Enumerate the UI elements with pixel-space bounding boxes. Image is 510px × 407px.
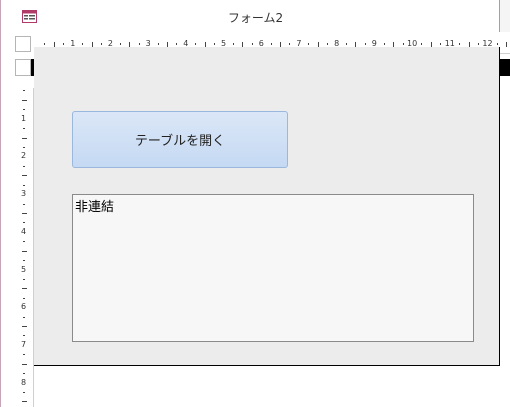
form-selector[interactable] xyxy=(15,36,31,52)
ruler-tick xyxy=(280,41,282,47)
ruler-tick xyxy=(232,43,234,45)
ruler-number: 1 xyxy=(21,113,27,123)
ruler-tick xyxy=(383,43,385,45)
ruler-number: 6 xyxy=(21,302,27,312)
window-edge xyxy=(499,0,510,32)
ruler-tick xyxy=(23,203,25,205)
ruler-tick xyxy=(119,43,121,45)
ruler-tick xyxy=(308,43,310,45)
ruler-tick xyxy=(138,43,140,45)
title-bar[interactable]: フォーム2 xyxy=(0,0,510,32)
ruler-tick xyxy=(176,43,178,45)
ruler-tick xyxy=(327,43,329,45)
ruler-tick xyxy=(166,41,168,47)
ruler-tick xyxy=(251,43,253,45)
vertical-ruler[interactable]: 1 2 3 4 5 6 7 8 xyxy=(15,88,34,407)
ruler-tick xyxy=(53,41,55,47)
ruler-tick xyxy=(23,128,25,130)
ruler-tick xyxy=(63,43,65,45)
ruler-tick xyxy=(23,392,25,394)
ruler-tick xyxy=(23,109,25,111)
ruler-tick xyxy=(468,41,470,47)
ruler-tick xyxy=(91,41,93,47)
ruler-tick xyxy=(23,373,25,375)
ruler-tick xyxy=(23,260,25,262)
ruler-tick xyxy=(82,43,84,45)
ruler-number: 4 xyxy=(21,226,27,236)
ruler-tick xyxy=(23,146,25,148)
ruler-tick xyxy=(459,43,461,45)
ruler-tick xyxy=(430,41,432,47)
ruler-number: 7 xyxy=(21,339,27,349)
ruler-number: 3 xyxy=(21,189,27,199)
ruler-tick xyxy=(364,43,366,45)
unbound-textbox[interactable]: 非連結 xyxy=(72,194,474,342)
ruler-tick xyxy=(129,41,131,47)
ruler-tick xyxy=(21,401,27,403)
ruler-tick xyxy=(477,43,479,45)
open-table-button[interactable]: テーブルを開く xyxy=(72,111,288,168)
ruler-tick xyxy=(23,297,25,299)
ruler-tick xyxy=(195,43,197,45)
ruler-tick xyxy=(23,165,25,167)
ruler-tick xyxy=(496,43,498,45)
window-title: フォーム2 xyxy=(227,11,284,25)
form-canvas-bottom xyxy=(34,366,510,375)
ruler-tick xyxy=(23,316,25,318)
ruler-tick xyxy=(393,41,395,47)
ruler-tick xyxy=(23,354,25,356)
ruler-tick xyxy=(355,41,357,47)
ruler-number: 2 xyxy=(21,151,27,161)
ruler-tick xyxy=(242,41,244,47)
ruler-tick xyxy=(402,43,404,45)
ruler-tick xyxy=(289,43,291,45)
ruler-tick xyxy=(21,212,27,214)
unbound-textbox-label: 非連結 xyxy=(75,200,115,215)
ruler-tick xyxy=(506,41,508,47)
ruler-tick xyxy=(100,43,102,45)
ruler-tick xyxy=(21,175,27,177)
ruler-tick xyxy=(346,43,348,45)
ruler-tick xyxy=(157,43,159,45)
ruler-tick xyxy=(204,41,206,47)
ruler-tick xyxy=(270,43,272,45)
ruler-tick xyxy=(21,363,27,365)
ruler-number: 5 xyxy=(21,264,27,274)
ruler-tick xyxy=(23,335,25,337)
ruler-tick xyxy=(21,99,27,101)
ruler-tick xyxy=(23,184,25,186)
ruler-tick xyxy=(214,43,216,45)
ruler-tick xyxy=(21,250,27,252)
ruler-tick xyxy=(21,137,27,139)
open-table-button-label: テーブルを開く xyxy=(134,134,226,149)
ruler-tick xyxy=(23,278,25,280)
ruler-tick xyxy=(21,326,27,328)
section-selector[interactable] xyxy=(15,59,31,76)
ruler-tick xyxy=(23,90,25,92)
ruler-tick xyxy=(421,43,423,45)
ruler-number: 8 xyxy=(21,377,27,387)
ruler-tick xyxy=(23,241,25,243)
ruler-tick xyxy=(21,288,27,290)
ruler-tick xyxy=(23,222,25,224)
ruler-tick xyxy=(440,43,442,45)
ruler-tick xyxy=(44,43,46,45)
ruler-tick xyxy=(317,41,319,47)
